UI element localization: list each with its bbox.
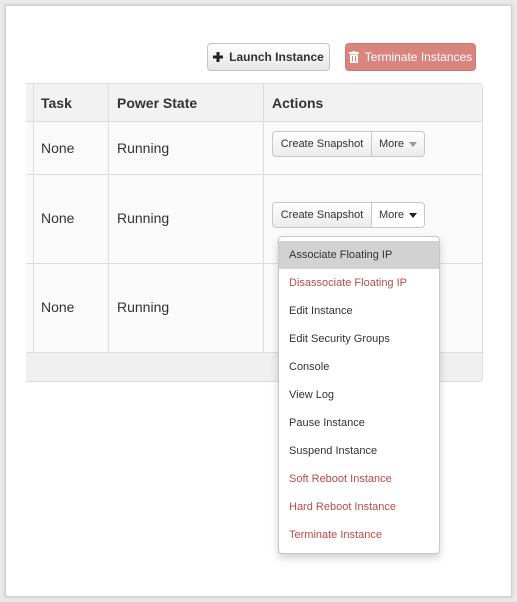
caret-down-icon	[409, 212, 418, 218]
row-actions-group: Create Snapshot More	[272, 131, 425, 157]
power-state-cell: Running	[117, 210, 170, 226]
create-snapshot-button[interactable]: Create Snapshot	[272, 202, 372, 228]
menu-item-suspend-instance[interactable]: Suspend Instance	[279, 437, 439, 465]
menu-item-hard-reboot-instance[interactable]: Hard Reboot Instance	[279, 493, 439, 521]
trash-icon	[348, 51, 359, 63]
menu-item-associate-floating-ip[interactable]: Associate Floating IP	[279, 241, 439, 269]
more-label: More	[378, 138, 405, 150]
menu-item-edit-security-groups[interactable]: Edit Security Groups	[279, 325, 439, 353]
column-header-actions: Actions	[272, 95, 324, 111]
column-divider	[33, 84, 34, 352]
window-frame: Launch Instance Terminate Instances Task…	[5, 5, 512, 597]
column-header-task[interactable]: Task	[41, 95, 72, 111]
create-snapshot-button[interactable]: Create Snapshot	[272, 131, 372, 157]
column-divider	[263, 84, 264, 352]
menu-item-terminate-instance[interactable]: Terminate Instance	[279, 521, 439, 549]
power-state-cell: Running	[117, 299, 170, 315]
more-actions-button[interactable]: More	[372, 202, 425, 228]
more-actions-button[interactable]: More	[372, 131, 425, 157]
launch-instance-button[interactable]: Launch Instance	[207, 43, 330, 71]
column-header-power-state[interactable]: Power State	[117, 95, 197, 111]
menu-item-view-log[interactable]: View Log	[279, 381, 439, 409]
power-state-cell: Running	[117, 140, 170, 156]
launch-instance-label: Launch Instance	[229, 50, 324, 64]
row-actions-group: Create Snapshot More	[272, 202, 425, 228]
task-cell: None	[41, 299, 75, 315]
more-actions-dropdown: Associate Floating IP Disassociate Float…	[278, 236, 440, 554]
menu-item-console[interactable]: Console	[279, 353, 439, 381]
caret-down-icon	[409, 141, 418, 147]
table-header: Task Power State Actions	[26, 84, 482, 121]
more-label: More	[378, 209, 405, 221]
menu-item-edit-instance[interactable]: Edit Instance	[279, 297, 439, 325]
menu-item-pause-instance[interactable]: Pause Instance	[279, 409, 439, 437]
terminate-instances-label: Terminate Instances	[364, 50, 473, 64]
menu-item-soft-reboot-instance[interactable]: Soft Reboot Instance	[279, 465, 439, 493]
terminate-instances-button[interactable]: Terminate Instances	[345, 43, 476, 71]
menu-item-disassociate-floating-ip[interactable]: Disassociate Floating IP	[279, 269, 439, 297]
task-cell: None	[41, 210, 75, 226]
task-cell: None	[41, 140, 75, 156]
plus-icon	[213, 52, 224, 62]
column-divider	[108, 84, 109, 352]
